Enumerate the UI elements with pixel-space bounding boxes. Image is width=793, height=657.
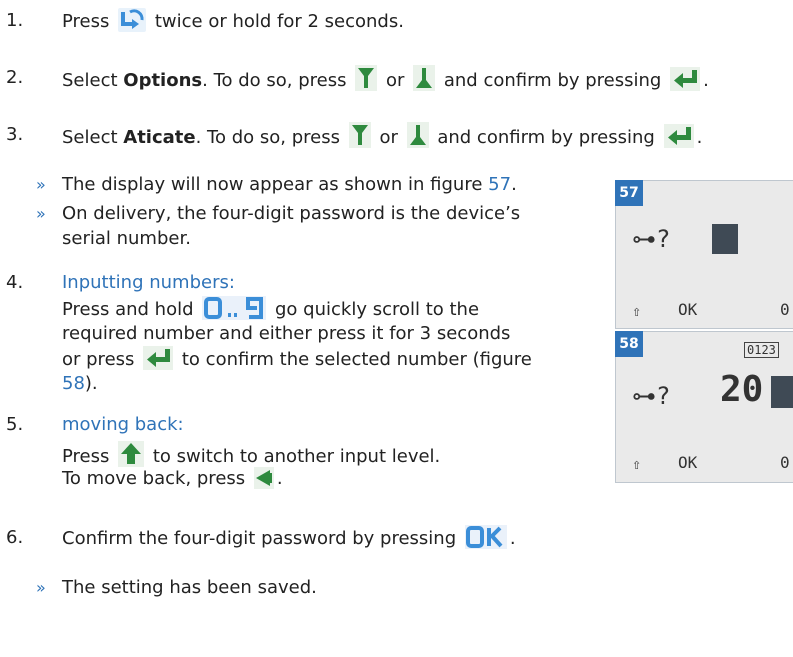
step-number: 4. (6, 272, 24, 293)
up-arrow-key-icon (413, 65, 436, 98)
ok-key-icon (464, 525, 507, 556)
soft-key-ok: OK (678, 300, 698, 319)
up-arrow-key-icon (406, 122, 429, 155)
step-4-heading: Inputting numbers: (62, 272, 235, 293)
step-number: 6. (6, 527, 24, 548)
figure-58-link[interactable]: 58 (62, 373, 85, 394)
note-arrow: » (36, 204, 46, 223)
note-display-figure: The display will now appear as shown in … (62, 174, 517, 195)
note-saved: The setting has been saved. (62, 577, 317, 598)
step-4-line3: or press to confirm the selected number … (62, 346, 532, 377)
figure-57-link[interactable]: 57 (488, 174, 511, 195)
menu-option-options: Options (123, 70, 203, 91)
soft-key-zero: 0 (780, 300, 790, 319)
step-5-heading: moving back: (62, 414, 184, 435)
menu-key-icon (118, 8, 147, 39)
input-cursor-block (771, 376, 793, 408)
step-number: 5. (6, 414, 24, 435)
down-arrow-key-icon (355, 65, 378, 98)
note-arrow: » (36, 175, 46, 194)
note-password-line2: serial number. (62, 228, 191, 249)
step-number: 1. (6, 10, 24, 31)
soft-key-ok: OK (678, 453, 698, 472)
figure-58-tag: 58 (615, 331, 643, 357)
down-arrow-key-icon (348, 122, 371, 155)
digit-position-counter: 0123 (744, 342, 779, 358)
step-number: 3. (6, 124, 24, 145)
step-number: 2. (6, 67, 24, 88)
back-key-icon (253, 467, 274, 496)
figure-57-tag: 57 (615, 180, 643, 206)
step-2-text: Select Options. To do so, press or and c… (62, 65, 709, 98)
key-query-symbol: ⊶? (632, 382, 671, 410)
soft-key-shift: ⇧ (632, 455, 642, 473)
note-arrow: » (36, 578, 46, 597)
key-query-symbol: ⊶? (632, 225, 671, 253)
step-4-line4: 58). (62, 373, 98, 394)
step-6-text: Confirm the four-digit password by press… (62, 525, 516, 556)
note-password-line1: On delivery, the four-digit password is … (62, 203, 521, 224)
menu-option-aticate: Aticate (123, 127, 196, 148)
entered-digits: 20 (720, 369, 764, 410)
enter-key-icon (663, 124, 694, 155)
soft-key-shift: ⇧ (632, 302, 642, 320)
enter-key-icon (143, 346, 174, 377)
enter-key-icon (670, 67, 701, 98)
input-cursor-block (712, 224, 738, 254)
step-4-line2: required number and either press it for … (62, 323, 511, 344)
step-5-line2: To move back, press . (62, 466, 283, 496)
soft-key-zero: 0 (780, 453, 790, 472)
step-3-text: Select Aticate. To do so, press or and c… (62, 122, 702, 155)
step-1-text: Press twice or hold for 2 seconds. (62, 8, 404, 39)
